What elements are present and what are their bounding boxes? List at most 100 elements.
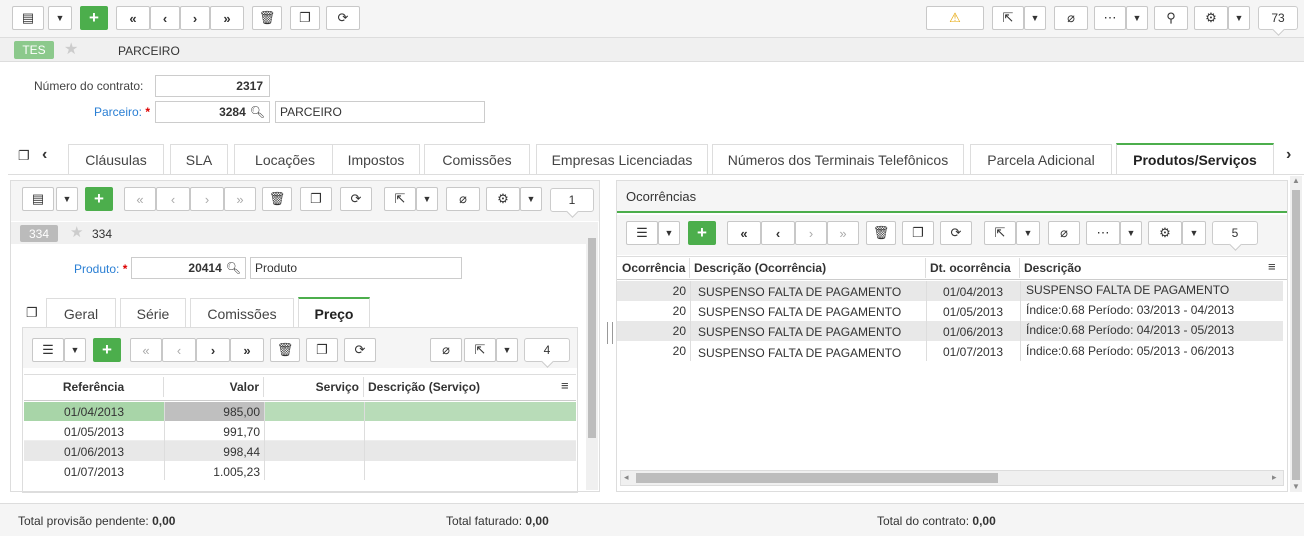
produto-name-field[interactable]: Produto <box>250 257 462 279</box>
outer-scroll-down-icon[interactable]: ▼ <box>1292 482 1300 491</box>
left-delete-button[interactable]: 🗑 <box>262 187 292 211</box>
tabs-expand-icon[interactable]: ❐ <box>18 148 30 164</box>
left-copy-button[interactable]: ❐ <box>300 187 332 211</box>
right-list-dropdown-button[interactable]: ▼ <box>658 221 680 245</box>
grid-view-dropdown-button[interactable]: ▼ <box>48 6 72 30</box>
panel-splitter-handle[interactable] <box>607 322 613 344</box>
parceiro-code-field[interactable]: 3284 🔍︎ <box>155 101 270 123</box>
export-dropdown-button[interactable]: ▼ <box>1024 6 1046 30</box>
last-record-button[interactable]: » <box>210 6 244 30</box>
parceiro-name-field[interactable]: PARCEIRO <box>275 101 485 123</box>
outer-v-scrollbar-thumb[interactable] <box>1292 190 1300 480</box>
subtab-preco[interactable]: Preço <box>298 297 370 328</box>
h-scroll-left-icon[interactable]: ◂ <box>624 472 629 483</box>
preco-columns-menu-icon[interactable]: ≡ <box>561 378 569 393</box>
right-more-button[interactable]: ⋯ <box>1086 221 1120 245</box>
more-dropdown-button[interactable]: ▼ <box>1126 6 1148 30</box>
preco-list-dropdown-button[interactable]: ▼ <box>64 338 86 362</box>
preco-add-button[interactable]: + <box>93 338 121 362</box>
right-prev-button[interactable]: ‹ <box>761 221 795 245</box>
left-next-button[interactable]: › <box>190 187 224 211</box>
preco-export-button[interactable]: ⇱ <box>464 338 496 362</box>
tabs-scroll-right-icon[interactable]: › <box>1286 146 1291 164</box>
preco-copy-button[interactable]: ❐ <box>306 338 338 362</box>
left-favorite-star-icon[interactable]: ★ <box>70 223 83 241</box>
right-settings-dropdown-button[interactable]: ▼ <box>1182 221 1206 245</box>
subtabs-expand-icon[interactable]: ❐ <box>26 305 38 321</box>
left-settings-dropdown-button[interactable]: ▼ <box>520 187 542 211</box>
right-export-dropdown-button[interactable]: ▼ <box>1016 221 1040 245</box>
favorite-star-icon[interactable]: ★ <box>64 39 78 59</box>
contrato-field[interactable]: 2317 <box>155 75 270 97</box>
train-icon[interactable]: ⚲ <box>1154 6 1188 30</box>
col-referencia[interactable]: Referência <box>24 377 164 397</box>
settings-dropdown-button[interactable]: ▼ <box>1228 6 1250 30</box>
left-add-button[interactable]: + <box>85 187 113 211</box>
subtab-geral[interactable]: Geral <box>46 298 116 328</box>
right-columns-menu-icon[interactable]: ≡ <box>1268 259 1276 274</box>
preco-refresh-button[interactable]: ⟳ <box>344 338 376 362</box>
preco-export-dropdown-button[interactable]: ▼ <box>496 338 518 362</box>
copy-button[interactable]: ❐ <box>290 6 320 30</box>
preco-list-button[interactable]: ☰ <box>32 338 64 362</box>
left-export-dropdown-button[interactable]: ▼ <box>416 187 438 211</box>
left-settings-gear-icon[interactable]: ⚙ <box>486 187 520 211</box>
col-descricao-ocorrencia[interactable]: Descrição (Ocorrência) <box>690 258 926 278</box>
refresh-button[interactable]: ⟳ <box>326 6 360 30</box>
right-list-button[interactable]: ☰ <box>626 221 658 245</box>
left-first-button[interactable]: « <box>124 187 156 211</box>
preco-delete-button[interactable]: 🗑 <box>270 338 300 362</box>
right-first-button[interactable]: « <box>727 221 761 245</box>
produto-search-icon[interactable]: 🔍︎ <box>226 261 241 275</box>
outer-scroll-up-icon[interactable]: ▲ <box>1292 176 1300 185</box>
col-descricao[interactable]: Descrição <box>1020 258 1260 278</box>
attach-button[interactable]: ⌀ <box>1054 6 1088 30</box>
preco-last-button[interactable]: » <box>230 338 264 362</box>
right-more-dropdown-button[interactable]: ▼ <box>1120 221 1142 245</box>
prev-record-button[interactable]: ‹ <box>150 6 180 30</box>
preco-prev-button[interactable]: ‹ <box>162 338 196 362</box>
right-next-button[interactable]: › <box>795 221 827 245</box>
preco-next-button[interactable]: › <box>196 338 230 362</box>
tab-sla[interactable]: SLA <box>170 144 228 174</box>
right-add-button[interactable]: + <box>688 221 716 245</box>
tab-clausulas[interactable]: Cláusulas <box>68 144 164 174</box>
right-last-button[interactable]: » <box>827 221 859 245</box>
left-attach-button[interactable]: ⌀ <box>446 187 480 211</box>
tab-empresas-licenciadas[interactable]: Empresas Licenciadas <box>536 144 708 174</box>
more-button[interactable]: ⋯ <box>1094 6 1126 30</box>
tab-impostos[interactable]: Impostos <box>332 144 420 174</box>
h-scroll-right-icon[interactable]: ▸ <box>1272 472 1277 483</box>
next-record-button[interactable]: › <box>180 6 210 30</box>
settings-gear-icon[interactable]: ⚙ <box>1194 6 1228 30</box>
subtab-serie[interactable]: Série <box>120 298 186 328</box>
col-valor[interactable]: Valor <box>164 377 264 397</box>
right-settings-gear-icon[interactable]: ⚙ <box>1148 221 1182 245</box>
left-refresh-button[interactable]: ⟳ <box>340 187 372 211</box>
tab-comissoes[interactable]: Comissões <box>424 144 530 174</box>
preco-first-button[interactable]: « <box>130 338 162 362</box>
left-last-button[interactable]: » <box>224 187 256 211</box>
tab-parcela-adicional[interactable]: Parcela Adicional <box>970 144 1112 174</box>
delete-button[interactable]: 🗑 <box>252 6 282 30</box>
right-delete-button[interactable]: 🗑 <box>866 221 896 245</box>
grid-view-button[interactable]: ▤ <box>12 6 44 30</box>
left-grid-view-button[interactable]: ▤ <box>22 187 54 211</box>
right-h-scrollbar-thumb[interactable] <box>636 473 998 483</box>
right-refresh-button[interactable]: ⟳ <box>940 221 972 245</box>
col-descricao-servico[interactable]: Descrição (Serviço) <box>364 377 560 397</box>
search-icon[interactable]: 🔍︎ <box>250 105 265 119</box>
tab-produtos-servicos[interactable]: Produtos/Serviços <box>1116 143 1274 175</box>
right-attach-button[interactable]: ⌀ <box>1048 221 1080 245</box>
left-scrollbar-thumb[interactable] <box>588 238 596 438</box>
right-copy-button[interactable]: ❐ <box>902 221 934 245</box>
left-prev-button[interactable]: ‹ <box>156 187 190 211</box>
left-grid-dropdown-button[interactable]: ▼ <box>56 187 78 211</box>
col-dt-ocorrencia[interactable]: Dt. ocorrência <box>926 258 1020 278</box>
add-button[interactable]: + <box>80 6 108 30</box>
tab-locacoes[interactable]: Locações <box>234 144 336 174</box>
tabs-scroll-left-icon[interactable]: ‹ <box>42 146 47 164</box>
col-servico[interactable]: Serviço <box>264 377 364 397</box>
warning-button[interactable]: ⚠ <box>926 6 984 30</box>
col-ocorrencia[interactable]: Ocorrência <box>618 258 690 278</box>
